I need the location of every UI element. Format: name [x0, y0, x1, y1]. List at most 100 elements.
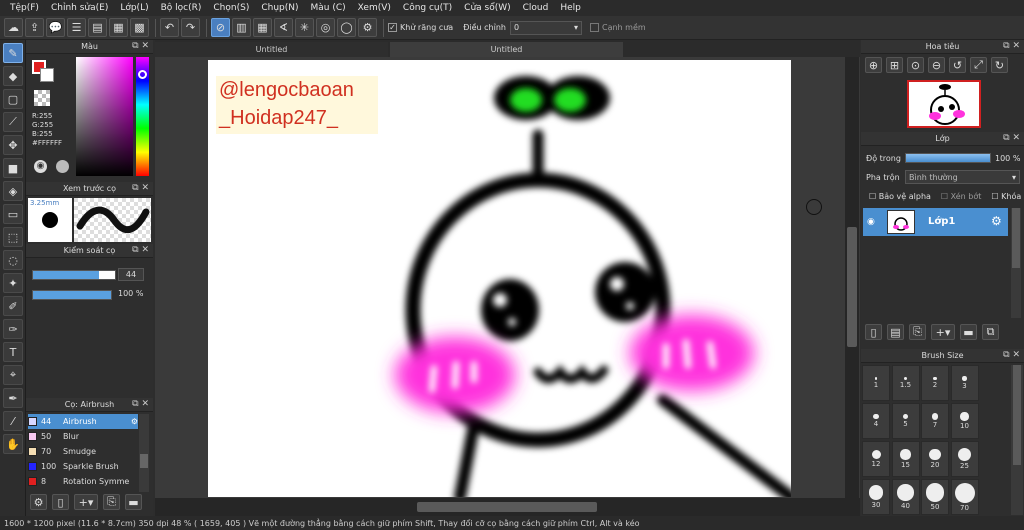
- select-rect-icon[interactable]: ⬚: [3, 227, 23, 247]
- protect-alpha-checkbox[interactable]: ☐ Bảo vệ alpha: [869, 192, 931, 201]
- transparent-swatch[interactable]: [34, 90, 50, 106]
- menu-edit[interactable]: Chỉnh sửa(E): [45, 3, 114, 13]
- layer-row[interactable]: ◉ Lớp1 ⚙: [863, 208, 1008, 236]
- menu-layer[interactable]: Lớp(L): [114, 3, 154, 13]
- snap-circle-icon[interactable]: ◎: [316, 18, 335, 37]
- palette-icon[interactable]: ◉: [34, 160, 47, 173]
- menu-file[interactable]: Tệp(F): [4, 3, 45, 13]
- brush-size-cell[interactable]: 50: [921, 479, 949, 515]
- tab-document-1[interactable]: Untitled: [155, 42, 388, 57]
- filter-icon[interactable]: ▦: [109, 18, 128, 37]
- bucket-tool-icon[interactable]: ◈: [3, 181, 23, 201]
- cloud-icon[interactable]: ☁: [4, 18, 23, 37]
- brush-size-cell[interactable]: 15: [891, 441, 920, 477]
- menu-filter[interactable]: Bộ lọc(R): [155, 3, 208, 13]
- menu-window[interactable]: Cửa sổ(W): [458, 3, 516, 13]
- scroll-thumb[interactable]: [417, 502, 597, 512]
- fill-rect-tool-icon[interactable]: ■: [3, 158, 23, 178]
- lock-checkbox[interactable]: ☐ Khóa: [991, 192, 1021, 201]
- snap-parallel-icon[interactable]: ▥: [232, 18, 251, 37]
- magic-wand-icon[interactable]: ✦: [3, 273, 23, 293]
- scroll-thumb[interactable]: [847, 227, 857, 347]
- menu-select[interactable]: Chọn(S): [207, 3, 255, 13]
- layer-opacity-slider[interactable]: [905, 153, 991, 163]
- panel-close-icon[interactable]: ⧉ ✕: [1003, 350, 1020, 360]
- redo-icon[interactable]: ↷: [181, 18, 200, 37]
- menu-cloud[interactable]: Cloud: [517, 3, 555, 13]
- brush-size-cell[interactable]: 30: [862, 479, 890, 515]
- divide-tool-icon[interactable]: ✒: [3, 388, 23, 408]
- merge-layer-icon[interactable]: ⧉: [982, 324, 999, 340]
- rect-tool-icon[interactable]: ▢: [3, 89, 23, 109]
- brush-item[interactable]: 8 Rotation Symme: [28, 474, 138, 489]
- brush-item[interactable]: 100 Sparkle Brush: [28, 459, 138, 474]
- background-color-swatch[interactable]: [40, 68, 54, 82]
- brush-size-cell[interactable]: 2: [921, 365, 949, 401]
- smooth-checkbox[interactable]: Cạnh mềm: [589, 23, 646, 32]
- brush-size-cell[interactable]: 7: [921, 403, 949, 439]
- scroll-thumb[interactable]: [1013, 365, 1021, 465]
- hand-tool-icon[interactable]: ✋: [3, 434, 23, 454]
- drawing-canvas[interactable]: @lengocbaoan _Hoidap247_: [208, 60, 791, 497]
- clipping-checkbox[interactable]: ☐ Xén bớt: [941, 192, 981, 201]
- menu-help[interactable]: Help: [554, 3, 587, 13]
- menu-view[interactable]: Xem(V): [352, 3, 397, 13]
- duplicate-layer-icon[interactable]: ⎘: [909, 324, 926, 340]
- layer-list-icon[interactable]: ▤: [88, 18, 107, 37]
- copy-brush-icon[interactable]: ⎘: [103, 494, 120, 510]
- tab-document-2[interactable]: Untitled: [390, 42, 623, 57]
- brush-item[interactable]: 50 Blur: [28, 429, 138, 444]
- export-icon[interactable]: ⇪: [25, 18, 44, 37]
- move-tool-icon[interactable]: ✥: [3, 135, 23, 155]
- rotate-left-icon[interactable]: ↺: [949, 57, 966, 73]
- zoom-in-icon[interactable]: ⊕: [865, 57, 882, 73]
- brush-size-scrollbar[interactable]: [1011, 365, 1023, 515]
- gear-icon[interactable]: ⚙: [131, 417, 138, 426]
- eyedropper-icon[interactable]: ⁄: [3, 411, 23, 431]
- brush-size-cell[interactable]: 70: [950, 479, 979, 515]
- visibility-eye-icon[interactable]: ◉: [867, 217, 875, 227]
- lasso-icon[interactable]: ◌: [3, 250, 23, 270]
- brush-size-value[interactable]: 44: [118, 268, 144, 281]
- panel-close-icon[interactable]: ⧉ ✕: [132, 399, 149, 409]
- brush-size-cell[interactable]: 10: [950, 403, 979, 439]
- brush-item[interactable]: 44 Airbrush ⚙: [28, 414, 138, 429]
- select-eraser-icon[interactable]: ✑: [3, 319, 23, 339]
- brush-size-cell[interactable]: 40: [891, 479, 920, 515]
- snap-off-icon[interactable]: ⊘: [211, 18, 230, 37]
- brush-size-cell[interactable]: 3: [950, 365, 979, 401]
- panel-close-icon[interactable]: ⧉ ✕: [132, 245, 149, 255]
- snap-angle-icon[interactable]: ∢: [274, 18, 293, 37]
- gradient-tool-icon[interactable]: ▭: [3, 204, 23, 224]
- new-halftone-layer-icon[interactable]: ▤: [887, 324, 904, 340]
- zoom-fit-icon[interactable]: ⊞: [886, 57, 903, 73]
- add-brush-icon[interactable]: +▾: [74, 494, 98, 510]
- brush-item[interactable]: 70 Smudge: [28, 444, 138, 459]
- zoom-out-icon[interactable]: ⊖: [928, 57, 945, 73]
- snap-grid-icon[interactable]: ▦: [253, 18, 272, 37]
- snap-curve-icon[interactable]: ◯: [337, 18, 356, 37]
- folder-icon[interactable]: ▬: [960, 324, 977, 340]
- folder-icon[interactable]: ▬: [125, 494, 142, 510]
- eraser-tool-icon[interactable]: ◆: [3, 66, 23, 86]
- antialias-checkbox[interactable]: ✓ Khử răng cưa: [388, 23, 453, 32]
- rotate-right-icon[interactable]: ↻: [991, 57, 1008, 73]
- select-pen-icon[interactable]: ✐: [3, 296, 23, 316]
- text-tool-icon[interactable]: T: [3, 342, 23, 362]
- snap-radial-icon[interactable]: ✳: [295, 18, 314, 37]
- settings-icon[interactable]: ⚙: [358, 18, 377, 37]
- line-tool-icon[interactable]: ⟋: [3, 112, 23, 132]
- new-layer-icon[interactable]: ▯: [865, 324, 882, 340]
- comment-icon[interactable]: 💬: [46, 18, 65, 37]
- panel-close-icon[interactable]: ⧉ ✕: [1003, 133, 1020, 143]
- brush-tool-icon[interactable]: ✎: [3, 43, 23, 63]
- menu-tools[interactable]: Công cụ(T): [397, 3, 458, 13]
- brush-size-cell[interactable]: 20: [921, 441, 949, 477]
- grid-icon[interactable]: ▩: [130, 18, 149, 37]
- brush-size-cell[interactable]: 25: [950, 441, 979, 477]
- operation-tool-icon[interactable]: ⌖: [3, 365, 23, 385]
- brush-settings-icon[interactable]: ⚙: [30, 494, 47, 510]
- scroll-thumb[interactable]: [1012, 208, 1020, 268]
- brush-size-cell[interactable]: 1: [862, 365, 890, 401]
- adjust-select[interactable]: 0 ▾: [509, 20, 582, 35]
